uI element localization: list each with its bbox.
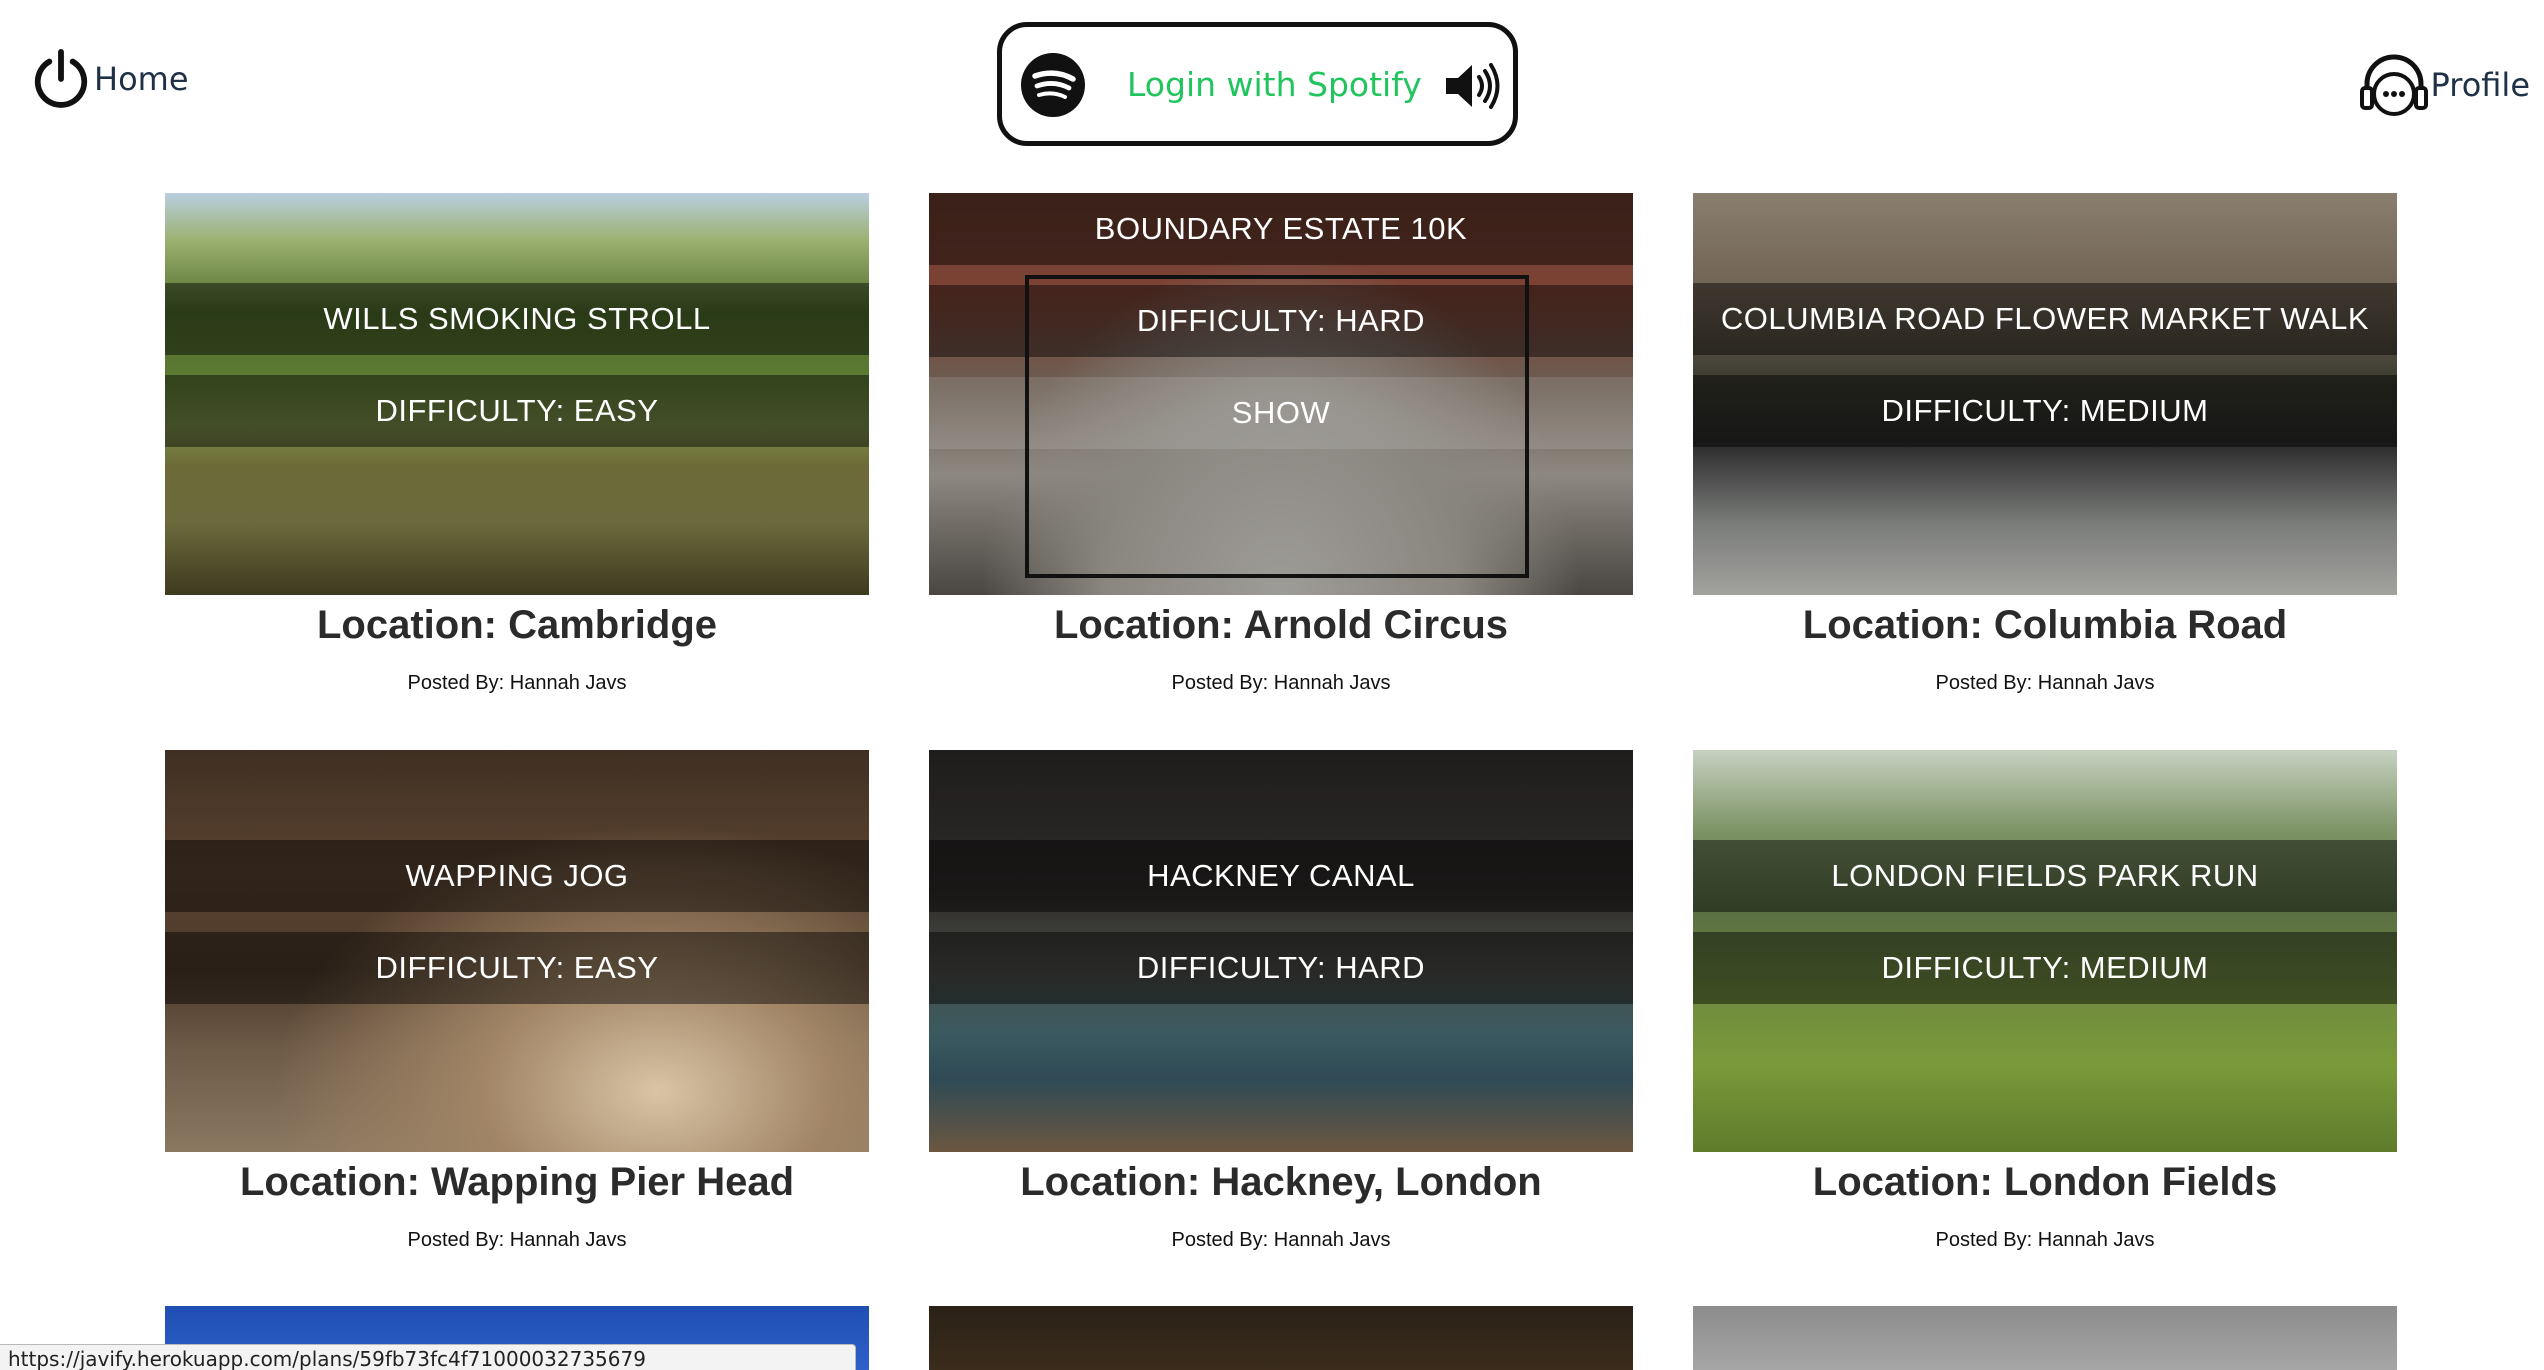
plan-posted-by: Posted By: Hannah Javs [1171,1229,1391,1251]
plan-posted-by: Posted By: Hannah Javs [407,672,627,694]
plan-card-image[interactable] [1693,1306,2397,1370]
plan-location: Location: Wapping Pier Head [239,1160,795,1204]
plan-difficulty: DIFFICULTY: MEDIUM [1693,932,2397,1004]
speaker-volume-icon [1446,63,1500,109]
plan-name: COLUMBIA ROAD FLOWER MARKET WALK [1693,283,2397,355]
plan-card [1693,1306,2397,1370]
plan-card: COLUMBIA ROAD FLOWER MARKET WALK DIFFICU… [1693,193,2397,695]
plan-name: BOUNDARY ESTATE 10K [929,193,1633,265]
plan-card-image[interactable]: LONDON FIELDS PARK RUN DIFFICULTY: MEDIU… [1693,750,2397,1152]
headphones-face-icon [2359,54,2428,116]
plan-difficulty: DIFFICULTY: MEDIUM [1693,375,2397,447]
power-icon [34,48,88,108]
link-status-bar: https://javify.herokuapp.com/plans/59fb7… [0,1344,856,1370]
spotify-logo-icon [1021,53,1085,117]
plan-card: LONDON FIELDS PARK RUN DIFFICULTY: MEDIU… [1693,750,2397,1252]
plan-card [929,1306,1633,1370]
plan-location: Location: Hackney, London [1020,1160,1542,1204]
plan-difficulty: DIFFICULTY: EASY [165,932,869,1004]
profile-label: Profile [2430,66,2531,104]
spotify-login-label: Login with Spotify [1127,65,1422,104]
home-link[interactable]: Home [30,46,189,112]
hover-frame [1025,275,1529,578]
plan-card-image[interactable]: BOUNDARY ESTATE 10K DIFFICULTY: HARD SHO… [929,193,1633,595]
plan-name: WAPPING JOG [165,840,869,912]
plan-card: WILLS SMOKING STROLL DIFFICULTY: EASY Lo… [165,193,869,695]
page: Home Login with Spotify Profile WILLS SM… [0,0,2544,1370]
plan-location: Location: Arnold Circus [1053,603,1509,647]
profile-link[interactable]: Profile [2357,50,2531,120]
plan-location: Location: London Fields [1812,1160,2278,1204]
plan-name: HACKNEY CANAL [929,840,1633,912]
home-label: Home [94,60,189,98]
plan-name: WILLS SMOKING STROLL [165,283,869,355]
plan-difficulty: DIFFICULTY: HARD [929,932,1633,1004]
plan-card-image[interactable]: HACKNEY CANAL DIFFICULTY: HARD [929,750,1633,1152]
plan-card: BOUNDARY ESTATE 10K DIFFICULTY: HARD SHO… [929,193,1633,695]
plan-card-image[interactable]: WAPPING JOG DIFFICULTY: EASY [165,750,869,1152]
login-with-spotify-button[interactable]: Login with Spotify [997,22,1518,146]
plan-posted-by: Posted By: Hannah Javs [1171,672,1391,694]
plan-name: LONDON FIELDS PARK RUN [1693,840,2397,912]
plan-card-image[interactable]: WILLS SMOKING STROLL DIFFICULTY: EASY [165,193,869,595]
plan-card: WAPPING JOG DIFFICULTY: EASY Location: W… [165,750,869,1252]
plan-card-image[interactable] [929,1306,1633,1370]
plan-card: HACKNEY CANAL DIFFICULTY: HARD Location:… [929,750,1633,1252]
plan-difficulty: DIFFICULTY: EASY [165,375,869,447]
plan-card-image[interactable]: COLUMBIA ROAD FLOWER MARKET WALK DIFFICU… [1693,193,2397,595]
plan-posted-by: Posted By: Hannah Javs [407,1229,627,1251]
plan-location: Location: Columbia Road [1802,603,2288,647]
plan-posted-by: Posted By: Hannah Javs [1935,672,2155,694]
plan-posted-by: Posted By: Hannah Javs [1935,1229,2155,1251]
plan-location: Location: Cambridge [316,603,718,647]
